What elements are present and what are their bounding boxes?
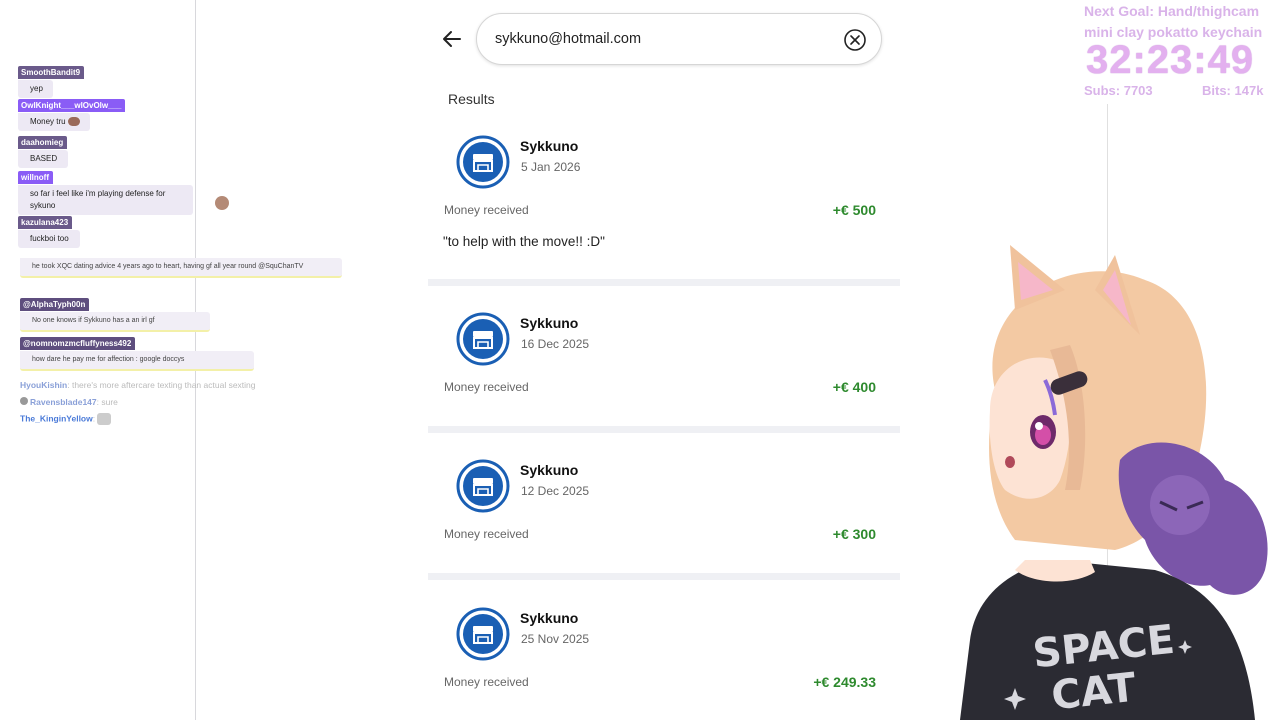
chat-text: fuckboi too bbox=[18, 230, 80, 248]
chat-message: @nomnomzmcfluffyness492 how dare he pay … bbox=[20, 333, 254, 371]
chat-line: The_KinginYellow: bbox=[20, 413, 112, 425]
transaction-date: 12 Dec 2025 bbox=[521, 484, 590, 498]
bits-count: Bits: 147k bbox=[1202, 83, 1264, 98]
search-input[interactable]: sykkuno@hotmail.com bbox=[476, 13, 882, 65]
chat-panel: SmoothBandit9 yep OwlKnight___wlOvOlw___… bbox=[0, 0, 342, 720]
divider bbox=[428, 279, 900, 286]
transaction-type: Money received bbox=[444, 675, 529, 689]
shirt-text: CAT bbox=[1049, 665, 1139, 720]
transaction-amount: +€ 300 bbox=[832, 526, 876, 542]
emote-icon bbox=[97, 413, 112, 425]
emote-icon bbox=[67, 117, 80, 127]
chat-text: so far i feel like i'm playing defense f… bbox=[18, 185, 193, 215]
transaction-item[interactable]: Sykkuno 16 Dec 2025 Money received +€ 40… bbox=[428, 312, 900, 397]
chat-message: OwlKnight___wlOvOlw___ Money tru bbox=[18, 95, 126, 131]
divider bbox=[428, 426, 900, 433]
divider bbox=[428, 573, 900, 580]
chat-text: BASED bbox=[18, 150, 68, 168]
transaction-name: Sykkuno bbox=[520, 315, 579, 331]
chat-text: he took XQC dating advice 4 years ago to… bbox=[20, 258, 342, 278]
vtuber-avatar: SPACE CAT bbox=[960, 245, 1268, 720]
transaction-name: Sykkuno bbox=[520, 138, 579, 154]
chat-text: how dare he pay me for affection : googl… bbox=[20, 351, 254, 371]
chat-message: he took XQC dating advice 4 years ago to… bbox=[20, 258, 342, 278]
chat-line: HyouKishin: there's more aftercare texti… bbox=[20, 380, 256, 390]
clear-search-icon[interactable] bbox=[843, 28, 867, 52]
chat-username: @nomnomzmcfluffyness492 bbox=[20, 337, 136, 350]
transaction-item[interactable]: Sykkuno 25 Nov 2025 Money received +€ 24… bbox=[428, 607, 900, 692]
chat-username: @AlphaTyph00n bbox=[20, 298, 90, 311]
chat-username: daahomieg bbox=[18, 136, 68, 149]
transaction-amount: +€ 249.33 bbox=[813, 674, 876, 690]
transaction-item[interactable]: Sykkuno 12 Dec 2025 Money received +€ 30… bbox=[428, 459, 900, 544]
stream-timer: 32:23:49 bbox=[1086, 38, 1255, 82]
transaction-type: Money received bbox=[444, 203, 529, 217]
goal-line: Next Goal: Hand/thighcam bbox=[1084, 3, 1260, 19]
transaction-name: Sykkuno bbox=[520, 462, 579, 478]
back-arrow-icon[interactable] bbox=[440, 27, 464, 51]
chat-text: Money tru bbox=[18, 113, 90, 131]
transaction-item[interactable]: Sykkuno 5 Jan 2026 Money received +€ 500… bbox=[428, 135, 900, 255]
chat-line: Ravensblade147: sure bbox=[20, 397, 118, 407]
chat-message: daahomieg BASED bbox=[18, 132, 68, 168]
chat-message: SmoothBandit9 yep bbox=[18, 62, 85, 98]
search-query[interactable]: sykkuno@hotmail.com bbox=[495, 31, 641, 47]
badge-icon bbox=[20, 397, 28, 405]
chat-username: willnoff bbox=[18, 171, 53, 184]
chat-message: kazulana423 fuckboi too bbox=[18, 212, 80, 248]
chat-text: No one knows if Sykkuno has a an irl gf bbox=[20, 312, 210, 332]
transaction-date: 25 Nov 2025 bbox=[521, 632, 590, 646]
transaction-type: Money received bbox=[444, 527, 529, 541]
chat-message: willnoff so far i feel like i'm playing … bbox=[18, 167, 193, 215]
chat-message: @AlphaTyph00n No one knows if Sykkuno ha… bbox=[20, 294, 210, 332]
stream-stats: Next Goal: Hand/thighcam mini clay pokat… bbox=[1084, 0, 1280, 110]
transaction-amount: +€ 500 bbox=[832, 202, 876, 218]
chat-username: kazulana423 bbox=[18, 216, 73, 229]
subs-count: Subs: 7703 bbox=[1084, 83, 1153, 98]
chat-username: OwlKnight___wlOvOlw___ bbox=[18, 99, 126, 112]
chat-username: SmoothBandit9 bbox=[18, 66, 85, 79]
transaction-date: 5 Jan 2026 bbox=[521, 160, 581, 174]
merchant-store-icon bbox=[456, 312, 510, 366]
results-heading: Results bbox=[448, 91, 495, 107]
transaction-amount: +€ 400 bbox=[832, 379, 876, 395]
transaction-date: 16 Dec 2025 bbox=[521, 337, 590, 351]
transaction-type: Money received bbox=[444, 380, 529, 394]
emote-icon bbox=[215, 196, 229, 210]
transaction-note: "to help with the move!! :D" bbox=[443, 234, 605, 249]
transaction-name: Sykkuno bbox=[520, 610, 579, 626]
merchant-store-icon bbox=[456, 607, 510, 661]
merchant-store-icon bbox=[456, 135, 510, 189]
merchant-store-icon bbox=[456, 459, 510, 513]
